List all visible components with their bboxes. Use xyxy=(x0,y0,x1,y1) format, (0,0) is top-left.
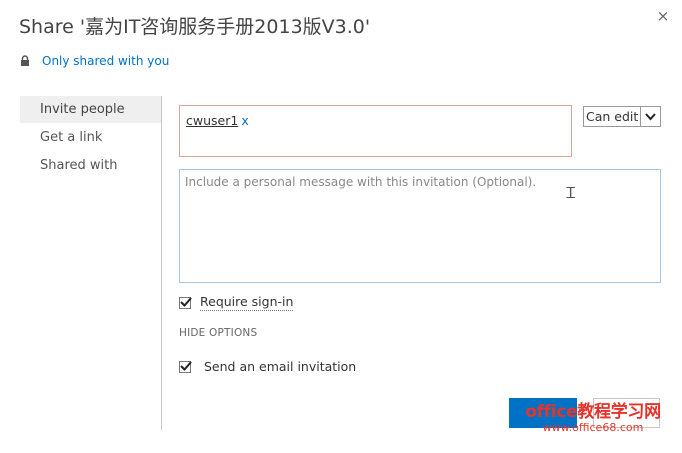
nav-invite-people[interactable]: Invite people xyxy=(20,96,161,123)
nav-get-a-link[interactable]: Get a link xyxy=(20,124,161,151)
people-picker-input[interactable]: cwuser1 x xyxy=(179,105,572,157)
cancel-button[interactable] xyxy=(593,398,660,428)
require-signin-checkbox[interactable] xyxy=(179,296,192,309)
checkmark-icon xyxy=(180,360,192,371)
close-icon[interactable]: × xyxy=(655,8,671,24)
person-chip-name[interactable]: cwuser1 xyxy=(186,113,238,128)
chevron-down-icon[interactable] xyxy=(640,107,660,126)
send-email-row: Send an email invitation xyxy=(179,359,356,374)
shared-status: Only shared with you xyxy=(20,54,169,68)
share-nav: Invite people Get a link Shared with xyxy=(20,96,162,430)
send-email-label[interactable]: Send an email invitation xyxy=(204,359,356,374)
text-cursor-icon: Ꮖ xyxy=(566,184,576,202)
lock-icon xyxy=(20,55,30,67)
person-chip: cwuser1 x xyxy=(186,113,249,128)
remove-person-button[interactable]: x xyxy=(241,113,248,128)
shared-status-text: Only shared with you xyxy=(42,54,170,68)
hide-options-link[interactable]: HIDE OPTIONS xyxy=(179,327,257,339)
send-email-checkbox[interactable] xyxy=(179,360,192,373)
nav-shared-with[interactable]: Shared with xyxy=(20,152,161,179)
permission-select[interactable]: Can edit xyxy=(583,106,661,127)
message-placeholder: Include a personal message with this inv… xyxy=(185,175,537,189)
require-signin-label[interactable]: Require sign-in xyxy=(200,294,294,311)
share-button[interactable] xyxy=(509,398,577,428)
require-signin-row: Require sign-in xyxy=(179,294,294,311)
permission-select-value: Can edit xyxy=(586,109,639,124)
dialog-title: Share '嘉为IT咨询服务手册2013版V3.0' xyxy=(19,16,371,38)
checkmark-icon xyxy=(180,296,192,307)
personal-message-textarea[interactable]: Include a personal message with this inv… xyxy=(179,169,661,283)
